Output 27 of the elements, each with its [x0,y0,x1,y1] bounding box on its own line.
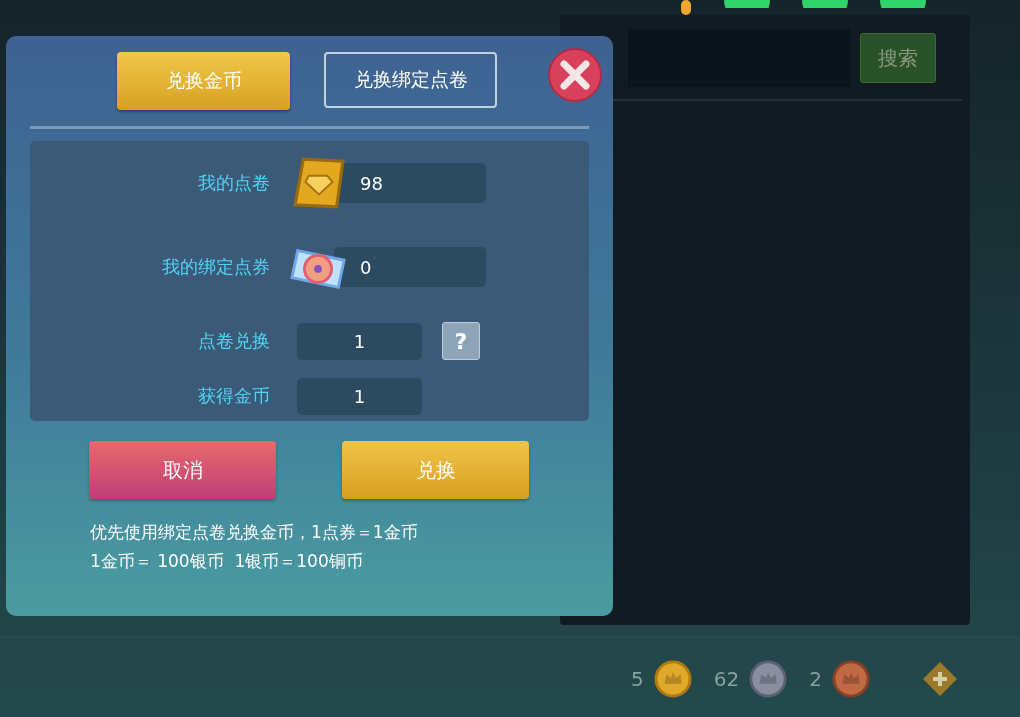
cancel-button[interactable]: 取消 [89,441,276,499]
exchange-button[interactable]: 兑换 [342,441,529,499]
round-badge-icon[interactable] [880,0,926,8]
balance-value: 0 [334,247,486,287]
result-value: 1 [297,377,422,415]
close-button[interactable] [547,47,603,103]
field-label: 获得金币 [197,384,270,408]
tab[interactable]: 兑换绑定点卷 [324,52,497,108]
tab[interactable]: 兑换金币 [117,52,290,110]
help-button[interactable]: ? [442,322,480,360]
marker-icon [680,0,692,16]
diamond-ticket-icon [290,157,348,209]
round-badge-icon[interactable] [724,0,770,8]
rate-note: 1金币＝ 100银币 1银币＝100铜币 [90,550,364,573]
currency-amount: 2 [809,666,822,691]
field-label: 我的点卷 [197,171,270,195]
currency-amount: 5 [631,666,644,691]
currency-amount: 62 [713,666,740,691]
amount-input-field[interactable]: 1 [297,322,422,360]
search-button[interactable]: 搜索 [860,33,936,83]
field-label: 我的绑定点券 [161,255,270,279]
field-label: 点卷兑换 [197,329,270,353]
rate-note: 优先使用绑定点卷兑换金币，1点券＝1金币 [90,521,419,544]
coin-icon [653,659,692,698]
coin-icon [832,659,870,698]
coin-icon [749,659,788,698]
round-badge-icon[interactable] [802,0,848,8]
